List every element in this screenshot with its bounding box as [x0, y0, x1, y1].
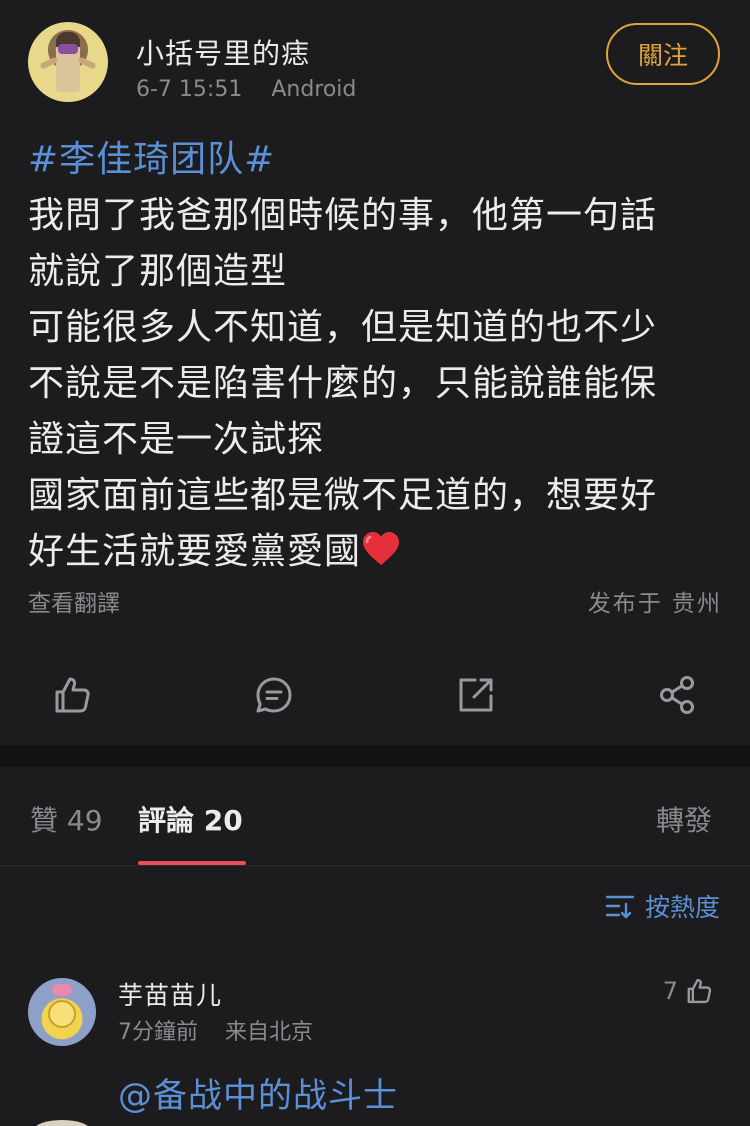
tab-comments[interactable]: 評論 20: [138, 799, 243, 839]
heart-emoji: [363, 532, 400, 565]
avatar-arm-right: [77, 56, 97, 70]
post-detail-page: 小括号里的痣 6-7 15:51 Android 關注 #李佳琦团队# 我問了我…: [0, 0, 750, 1126]
avatar-patch: [58, 44, 78, 54]
comment-item: 芋苗苗儿 7分鐘前 来自北京 7 @备战中的战斗士: [0, 970, 750, 1126]
post-meta: 6-7 15:51 Android: [136, 77, 356, 102]
commenter-avatar[interactable]: [28, 978, 96, 1046]
share-icon[interactable]: [656, 673, 700, 717]
comment-location: 来自北京: [225, 1020, 314, 1045]
post-line: 不說是不是陷害什麼的，只能說誰能保: [28, 363, 658, 404]
comment-meta: 7分鐘前 来自北京: [118, 1014, 313, 1046]
tab-likes[interactable]: 贊 49: [30, 799, 103, 839]
post-hashtag[interactable]: #李佳琦团队#: [28, 132, 728, 188]
tab-reposts[interactable]: 轉發: [656, 799, 712, 839]
post-location: 发布于 贵州: [587, 591, 722, 617]
follow-button[interactable]: 關注: [606, 23, 720, 85]
author-name[interactable]: 小括号里的痣: [136, 32, 310, 72]
translate-link[interactable]: 查看翻譯: [28, 584, 120, 618]
post-line-text: 好生活就要愛黨愛國: [28, 531, 362, 572]
post-body: #李佳琦团队# 我問了我爸那個時候的事，他第一句話 就說了那個造型 可能很多人不…: [28, 132, 728, 580]
post-line: 就說了那個造型: [28, 251, 288, 292]
comment-bubble-icon[interactable]: [252, 673, 296, 717]
repost-icon[interactable]: [454, 673, 498, 717]
comment-like-button[interactable]: 7: [663, 976, 714, 1006]
commenter-name[interactable]: 芋苗苗儿: [118, 976, 222, 1012]
post-device: Android: [271, 77, 357, 102]
sort-label: 按熱度: [644, 893, 720, 922]
avatar-figure: [56, 32, 80, 92]
comment-like-count: 7: [662, 977, 678, 1005]
post-line: 證這不是一次試探: [28, 419, 325, 460]
author-avatar[interactable]: [28, 22, 108, 102]
avatar-bow: [52, 984, 72, 996]
post-time: 6-7 15:51: [136, 77, 243, 102]
post-line: 可能很多人不知道，但是知道的也不少: [28, 307, 658, 348]
post-footer: 查看翻譯 发布于 贵州: [28, 584, 722, 620]
comment-time: 7分鐘前: [118, 1020, 198, 1045]
comment-mention[interactable]: @备战中的战斗士: [118, 1068, 398, 1117]
active-tab-indicator: [138, 861, 246, 865]
post-header: 小括号里的痣 6-7 15:51 Android 關注: [0, 0, 750, 130]
interaction-tabs: 贊 49 評論 20 轉發: [0, 767, 750, 866]
avatar-face: [48, 1000, 76, 1028]
post-line: 國家面前這些都是微不足道的，想要好: [28, 475, 658, 516]
thumbs-up-icon[interactable]: [50, 673, 94, 717]
action-bar: [0, 660, 750, 730]
post-line-last: 好生活就要愛黨愛國: [28, 524, 728, 580]
sort-icon: [605, 895, 635, 919]
thumbs-up-icon: [687, 978, 712, 1004]
sort-toggle[interactable]: 按熱度: [605, 888, 720, 924]
post-line: 我問了我爸那個時候的事，他第一句話: [28, 195, 658, 236]
section-divider: [0, 745, 750, 767]
